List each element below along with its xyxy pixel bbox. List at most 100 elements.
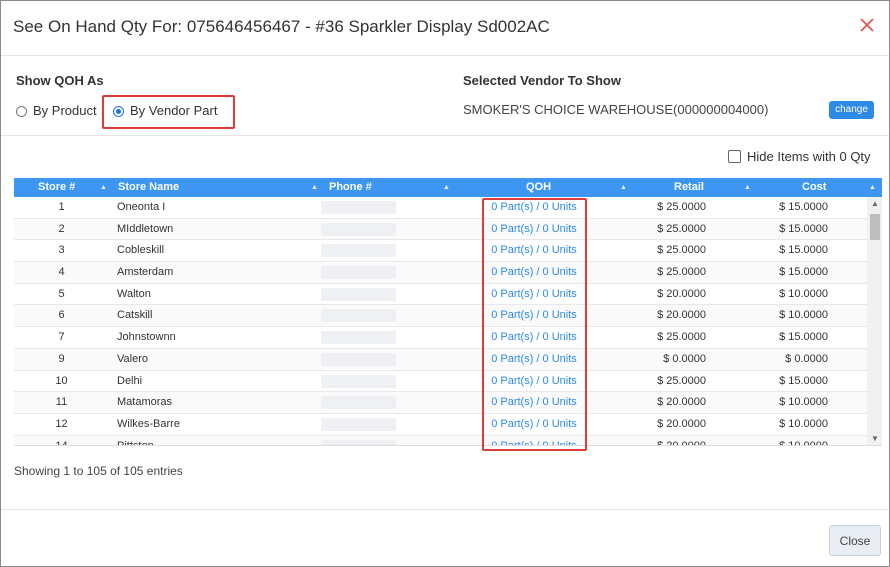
- store-number-cell: 2: [58, 222, 65, 235]
- table-row: 14 Pittston 0 Part(s) / 0 Units $ 20.0000 $ …: [14, 435, 867, 446]
- cost-cell: $ 10.0000: [779, 417, 828, 430]
- retail-cell: $ 25.0000: [657, 201, 706, 213]
- phone-cell-redacted: [321, 244, 396, 258]
- selected-vendor-label: Selected Vendor To Show: [463, 73, 621, 88]
- col-qoh[interactable]: QOH: [526, 178, 551, 197]
- cost-cell: $ 10.0000: [779, 309, 828, 322]
- scroll-down-icon[interactable]: ▼: [870, 434, 880, 443]
- store-name-cell: Oneonta I: [117, 201, 166, 213]
- cost-cell: $ 10.0000: [779, 396, 828, 409]
- store-number-cell: 7: [58, 331, 65, 344]
- store-name-cell: Pittston: [117, 439, 154, 446]
- sort-asc-icon[interactable]: ▲: [100, 178, 107, 197]
- hide-zero-qty-checkbox[interactable]: Hide Items with 0 Qty: [728, 149, 871, 164]
- store-name-cell: Cobleskill: [117, 244, 165, 257]
- retail-cell: $ 20.0000: [657, 287, 706, 300]
- cost-cell: $ 10.0000: [779, 439, 828, 446]
- phone-cell-redacted: [321, 439, 396, 445]
- store-name-cell: Amsterdam: [117, 266, 174, 279]
- close-icon[interactable]: [857, 15, 877, 35]
- on-hand-qty-modal: See On Hand Qty For: 075646456467 - #36 …: [0, 0, 890, 567]
- store-number-cell: 9: [58, 352, 65, 365]
- retail-cell: $ 25.0000: [657, 331, 706, 344]
- store-number-cell: 11: [55, 396, 68, 409]
- qoh-highlight-box: [482, 198, 587, 451]
- retail-cell: $ 25.0000: [657, 266, 706, 279]
- retail-cell: $ 20.0000: [657, 439, 706, 446]
- radio-by-product[interactable]: By Product: [16, 103, 97, 118]
- cost-cell: $ 15.0000: [779, 222, 828, 235]
- store-name-cell: Catskill: [117, 309, 153, 322]
- sort-icon[interactable]: ▲: [869, 178, 876, 197]
- radio-selected-icon: [113, 106, 124, 117]
- cost-cell: $ 15.0000: [779, 266, 828, 279]
- retail-cell: $ 20.0000: [657, 417, 706, 430]
- retail-cell: $ 20.0000: [657, 309, 706, 322]
- store-number-cell: 10: [55, 374, 68, 387]
- checkbox-icon: [728, 150, 741, 163]
- sort-icon[interactable]: ▲: [443, 178, 450, 197]
- sort-icon[interactable]: ▲: [744, 178, 751, 197]
- radio-icon: [16, 106, 27, 117]
- store-name-cell: Wilkes-Barre: [117, 417, 180, 430]
- cost-cell: $ 15.0000: [779, 244, 828, 257]
- divider: [1, 509, 889, 510]
- store-name-cell: Johnstownn: [117, 331, 176, 344]
- col-store-name[interactable]: Store Name: [118, 178, 179, 197]
- divider: [1, 135, 889, 136]
- retail-cell: $ 25.0000: [657, 222, 706, 235]
- col-phone[interactable]: Phone #: [329, 178, 372, 197]
- store-number-cell: 5: [58, 287, 65, 300]
- table-row: 10 Delhi 0 Part(s) / 0 Units $ 25.0000 $ 15.…: [14, 371, 867, 393]
- phone-cell-redacted: [321, 287, 396, 301]
- store-name-cell: Delhi: [117, 374, 143, 387]
- radio-label: By Product: [33, 103, 97, 118]
- table-row: 3 Cobleskill 0 Part(s) / 0 Units $ 25.0000 $…: [14, 240, 867, 263]
- sort-icon[interactable]: ▲: [311, 178, 318, 197]
- table-row: 12 Wilkes-Barre 0 Part(s) / 0 Units $ 20.00…: [14, 414, 867, 436]
- table-row: 11 Matamoras 0 Part(s) / 0 Units $ 20.0000 $…: [14, 392, 867, 414]
- cost-cell: $ 0.0000: [785, 352, 828, 365]
- retail-cell: $ 0.0000: [663, 352, 706, 365]
- store-number-cell: 14: [55, 439, 68, 446]
- table-row: 5 Walton 0 Part(s) / 0 Units $ 20.0000 $ 10.…: [14, 284, 867, 306]
- table-row: 1 Oneonta I0 Part(s) / 0 Units $ 25.0000 $ …: [14, 197, 867, 219]
- table-header: Store # ▲ Store Name ▲ Phone # ▲ QOH ▲ R…: [14, 178, 882, 197]
- show-qoh-label: Show QOH As: [16, 73, 104, 88]
- retail-cell: $ 25.0000: [657, 244, 706, 257]
- col-store-number[interactable]: Store #: [38, 178, 75, 197]
- cost-cell: $ 15.0000: [779, 201, 828, 213]
- store-name-cell: Valero: [117, 352, 148, 365]
- store-number-cell: 3: [58, 244, 65, 257]
- table-row: 2 MIddletown 0 Part(s) / 0 Units $ 25.0000 $…: [14, 218, 867, 241]
- store-number-cell: 12: [55, 417, 68, 430]
- table-row: 7 Johnstownn 0 Part(s) / 0 Units $ 25.0000 $…: [14, 327, 867, 349]
- phone-cell-redacted: [321, 396, 396, 410]
- close-button[interactable]: Close: [829, 525, 881, 556]
- cost-cell: $ 10.0000: [779, 287, 828, 300]
- scroll-thumb[interactable]: [870, 214, 880, 240]
- radio-label: By Vendor Part: [130, 103, 218, 118]
- scroll-up-icon[interactable]: ▲: [870, 199, 880, 208]
- col-cost[interactable]: Cost: [802, 178, 826, 197]
- sort-icon[interactable]: ▲: [620, 178, 627, 197]
- store-name-cell: Matamoras: [117, 396, 173, 409]
- store-name-cell: Walton: [117, 287, 151, 300]
- modal-header: See On Hand Qty For: 075646456467 - #36 …: [1, 1, 889, 56]
- table-body: 1 Oneonta I0 Part(s) / 0 Units $ 25.0000 $ …: [14, 197, 867, 446]
- table-row: 6 Catskill 0 Part(s) / 0 Units $ 20.0000 $ 1…: [14, 305, 867, 328]
- store-number-cell: 4: [58, 266, 65, 279]
- vertical-scrollbar[interactable]: ▲ ▼: [867, 197, 882, 445]
- vendor-name: SMOKER'S CHOICE WAREHOUSE(000000004000): [463, 102, 769, 117]
- phone-cell-redacted: [321, 417, 396, 431]
- table-row: 4 Amsterdam 0 Part(s) / 0 Units $ 25.0000 $ …: [14, 262, 867, 284]
- store-name-cell: MIddletown: [117, 222, 174, 235]
- table-row: 9 Valero 0 Part(s) / 0 Units $ 0.0000 $ 0.00…: [14, 348, 867, 371]
- phone-cell-redacted: [321, 374, 396, 388]
- phone-cell-redacted: [321, 352, 396, 366]
- radio-by-vendor-part[interactable]: By Vendor Part: [113, 103, 217, 118]
- col-retail[interactable]: Retail: [674, 178, 704, 197]
- change-vendor-button[interactable]: change: [829, 101, 874, 119]
- phone-cell-redacted: [321, 331, 396, 345]
- hide-zero-label: Hide Items with 0 Qty: [747, 149, 871, 164]
